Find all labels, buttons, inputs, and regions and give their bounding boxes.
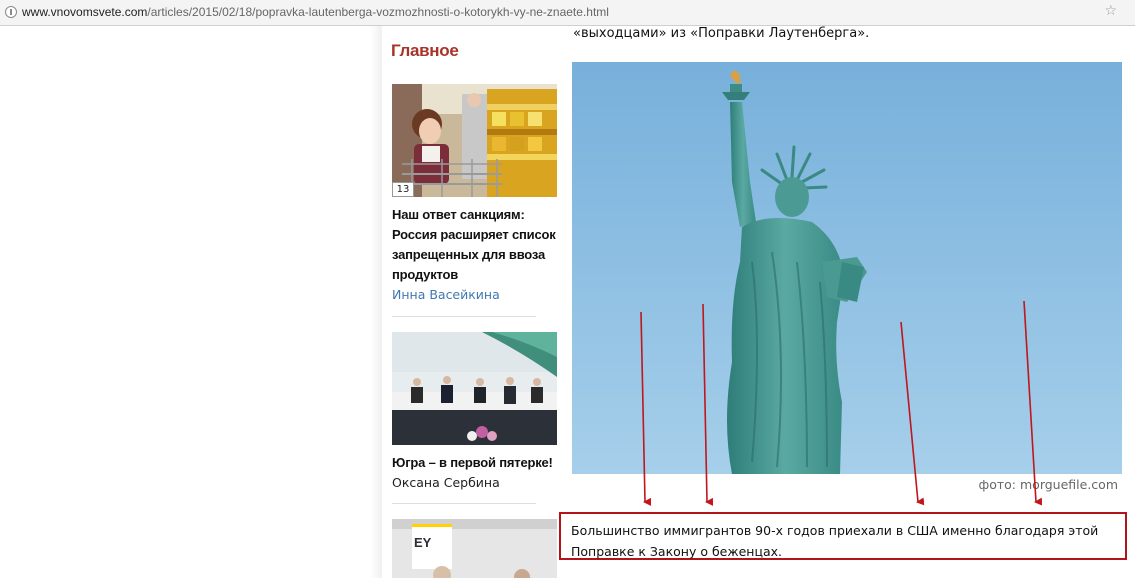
address-bar[interactable]: www.vnovomsvete.com/articles/2015/02/18/… [0,0,1135,26]
news-card[interactable]: Югра – в первой пятерке! Оксана Сербина [392,332,557,492]
highlighted-caption-box: Большинство иммигрантов 90-х годов приех… [559,512,1127,560]
card-divider [392,503,536,504]
ey-logo-text: EY [414,535,432,550]
article-paragraph-end: «выходцами» из «Поправки Лаутенберга». [573,26,870,41]
news-card[interactable]: EY [392,519,557,578]
sidebar: Главное 13 Наш ответ санкциям: Россия ра… [382,26,562,578]
photo-credit: фото: morguefile.com [978,477,1118,492]
comment-count-badge[interactable]: 13 [392,182,414,197]
info-icon[interactable] [5,6,17,18]
url-domain: www.vnovomsvete.com [22,5,148,19]
news-thumbnail-ey[interactable]: EY [392,519,557,578]
page-edge-shadow [370,26,382,578]
article-body: «выходцами» из «Поправки Лаутенберга». ф… [559,26,1135,578]
star-icon[interactable]: ☆ [1104,3,1117,19]
news-thumbnail-supermarket[interactable]: 13 [392,84,557,197]
news-author[interactable]: Оксана Сербина [392,474,557,492]
news-author-link[interactable]: Инна Васейкина [392,286,557,304]
card-divider [392,316,536,317]
news-title[interactable]: Наш ответ санкциям: Россия расширяет спи… [392,205,557,285]
highlighted-caption: Большинство иммигрантов 90-х годов приех… [571,523,1099,559]
news-thumbnail-conference[interactable] [392,332,557,445]
news-title[interactable]: Югра – в первой пятерке! [392,453,557,473]
url-text[interactable]: www.vnovomsvete.com/articles/2015/02/18/… [22,5,609,19]
statue-of-liberty-photo [572,62,1122,474]
url-path: /articles/2015/02/18/popravka-lautenberg… [147,5,609,19]
news-card[interactable]: 13 Наш ответ санкциям: Россия расширяет … [392,84,557,304]
sidebar-title: Главное [391,41,459,60]
